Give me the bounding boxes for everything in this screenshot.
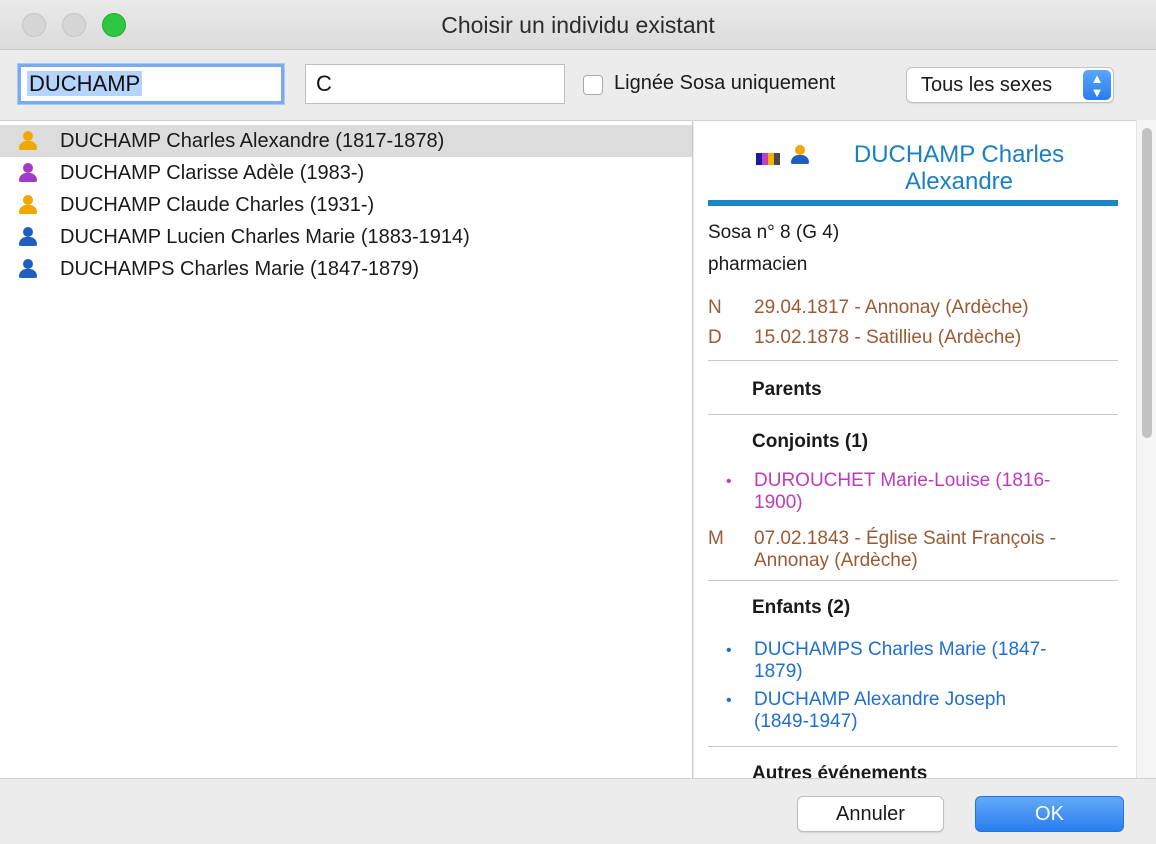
divider (708, 360, 1118, 361)
spouse-line1: DUROUCHET Marie-Louise (1816- (754, 470, 1051, 491)
death-event[interactable]: 15.02.1878 - Satillieu (Ardèche) (754, 327, 1021, 349)
list-item-label: DUCHAMP Lucien Charles Marie (1883-1914) (60, 226, 470, 248)
spouse-link[interactable]: DUROUCHET Marie-Louise (1816- 1900) (754, 470, 1050, 514)
divider (708, 414, 1118, 415)
person-icon-mixed (18, 195, 38, 217)
birth-tag: N (708, 297, 722, 318)
sosa-number: Sosa n° 8 (G 4) (708, 222, 840, 243)
chevron-updown-icon: ▲ ▼ (1083, 70, 1111, 100)
person-icon-mixed (18, 131, 38, 153)
sosa-only-checkbox[interactable] (583, 75, 603, 95)
sex-filter-select[interactable]: Tous les sexes ▲ ▼ (906, 67, 1114, 103)
child2-line1: DUCHAMP Alexandre Joseph (754, 689, 1007, 710)
list-item[interactable]: DUCHAMPS Charles Marie (1847-1879) (0, 253, 692, 285)
death-tag: D (708, 327, 722, 348)
list-item[interactable]: DUCHAMP Claude Charles (1931-) (0, 189, 692, 221)
detail-name-line1: DUCHAMP Charles (853, 141, 1065, 168)
child2-line2: (1849-1947) (754, 711, 858, 732)
name-search-field[interactable]: DUCHAMP (18, 64, 284, 104)
birth-event[interactable]: 29.04.1817 - Annonay (Ardèche) (754, 297, 1029, 319)
list-item-label: DUCHAMP Charles Alexandre (1817-1878) (60, 130, 445, 152)
person-icon (789, 145, 811, 167)
marriage-line2: Annonay (Ardèche) (754, 550, 918, 571)
ok-button[interactable]: OK (975, 796, 1124, 832)
bullet-icon: • (726, 642, 732, 659)
person-icon-male (18, 227, 38, 249)
spouse-line2: 1900) (754, 492, 803, 513)
window-title: Choisir un individu existant (441, 12, 715, 38)
spouses-heading: Conjoints (1) (752, 431, 869, 452)
list-item[interactable]: DUCHAMP Charles Alexandre (1817-1878) (0, 125, 692, 157)
sosa-only-label[interactable]: Lignée Sosa uniquement (614, 72, 835, 95)
child1-line2: 1879) (754, 661, 803, 682)
divider (708, 580, 1118, 581)
scroll-thumb[interactable] (1142, 128, 1152, 438)
marriage-line1: 07.02.1843 - Église Saint François - (754, 528, 1057, 549)
list-item[interactable]: DUCHAMP Clarisse Adèle (1983-) (0, 157, 692, 189)
child-link[interactable]: DUCHAMP Alexandre Joseph (1849-1947) (754, 689, 1006, 733)
list-item-label: DUCHAMPS Charles Marie (1847-1879) (60, 258, 420, 280)
detail-person-name[interactable]: DUCHAMP Charles Alexandre (829, 141, 1089, 195)
dialog-window: Choisir un individu existant DUCHAMP C L… (0, 0, 1156, 844)
list-item-label: DUCHAMP Clarisse Adèle (1983-) (60, 162, 365, 184)
child-link[interactable]: DUCHAMPS Charles Marie (1847- 1879) (754, 639, 1046, 683)
name-search-value: DUCHAMP (27, 71, 143, 96)
firstname-search-field[interactable]: C (305, 64, 565, 104)
detail-name-line2: Alexandre (904, 168, 1014, 195)
divider (708, 746, 1118, 747)
bullet-icon: • (726, 473, 732, 490)
children-heading: Enfants (2) (752, 597, 851, 618)
detail-scrollbar[interactable] (1136, 120, 1156, 778)
title-bar: Choisir un individu existant (0, 0, 1156, 50)
other-events-heading: Autres événements (752, 763, 928, 778)
marriage-tag: M (708, 528, 724, 549)
child1-line1: DUCHAMPS Charles Marie (1847- (754, 639, 1047, 660)
parents-heading: Parents (752, 379, 822, 400)
header-divider (708, 200, 1118, 206)
marriage-event[interactable]: 07.02.1843 - Église Saint François - Ann… (754, 528, 1056, 572)
list-item[interactable]: DUCHAMP Lucien Charles Marie (1883-1914) (0, 221, 692, 253)
flag-icon (756, 153, 780, 165)
dialog-footer: Annuler OK (0, 778, 1156, 844)
list-item-label: DUCHAMP Claude Charles (1931-) (60, 194, 375, 216)
cancel-button[interactable]: Annuler (797, 796, 944, 832)
bullet-icon: • (726, 692, 732, 709)
person-detail-panel: DUCHAMP Charles Alexandre Sosa n° 8 (G 4… (694, 120, 1136, 778)
occupation: pharmacien (708, 254, 808, 275)
results-list[interactable]: DUCHAMP Charles Alexandre (1817-1878) DU… (0, 120, 693, 778)
search-bar: DUCHAMP C Lignée Sosa uniquement Tous le… (0, 50, 1156, 120)
sex-filter-value: Tous les sexes (921, 74, 1053, 96)
person-icon-female (18, 163, 38, 185)
person-icon-male (18, 259, 38, 281)
